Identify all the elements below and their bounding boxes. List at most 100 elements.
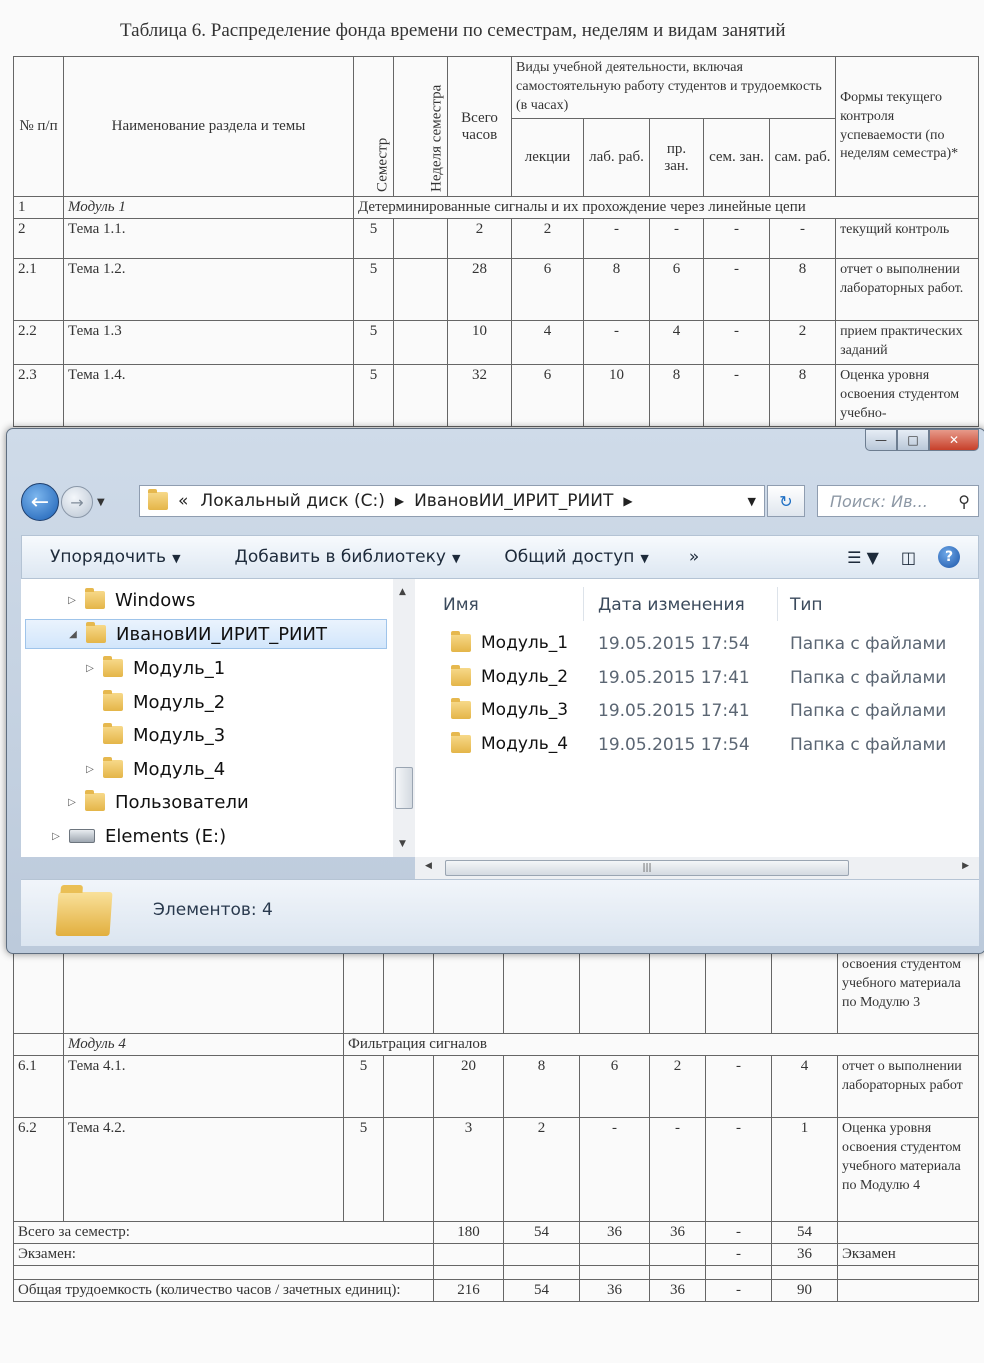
row-total: 28 xyxy=(447,258,512,321)
file-date: 19.05.2015 17:54 xyxy=(598,634,750,654)
refresh-icon: ↻ xyxy=(779,491,793,511)
row-self: 8 xyxy=(768,258,837,321)
file-list-scrollbar[interactable]: ◀ ||| ▶ xyxy=(415,857,979,879)
file-name-label: Модуль_4 xyxy=(481,733,569,754)
row-semester: 5 xyxy=(353,320,394,365)
scrollbar-thumb[interactable] xyxy=(395,767,413,809)
folder-icon xyxy=(103,757,123,778)
file-name[interactable]: Модуль_4 xyxy=(451,731,569,754)
help-icon[interactable]: ? xyxy=(938,546,960,568)
header-self: сам. раб. xyxy=(768,118,837,197)
view-options-icon[interactable]: ☰ ▼ xyxy=(847,548,879,567)
tree-item-module-4[interactable]: ▷ Модуль_4 xyxy=(83,754,225,784)
list-item[interactable]: Модуль_2 19.05.2015 17:41 Папка с файлами xyxy=(415,663,979,693)
add-library-button[interactable]: Добавить в библиотеку ▼ xyxy=(235,547,461,567)
scroll-right-icon[interactable]: ▶ xyxy=(962,861,969,871)
row-pract: - xyxy=(649,1117,706,1222)
share-button[interactable]: Общий доступ ▼ xyxy=(504,547,648,567)
preview-pane-icon[interactable]: ◫ xyxy=(901,548,916,567)
row-lectures: 4 xyxy=(511,320,584,365)
chevron-right-icon[interactable]: ▶ xyxy=(395,494,404,508)
navigation-scrollbar[interactable]: ▲ ▼ xyxy=(393,579,415,857)
row-num: 6.1 xyxy=(13,1055,64,1118)
file-name[interactable]: Модуль_1 xyxy=(451,631,568,653)
tree-item-module-2[interactable]: Модуль_2 xyxy=(103,687,225,717)
row-lectures: 2 xyxy=(503,1117,580,1222)
row-sem: - xyxy=(703,218,770,259)
column-header-type[interactable]: Тип xyxy=(790,595,823,615)
search-icon[interactable]: ⚲ xyxy=(958,492,970,511)
column-header-name[interactable]: Имя xyxy=(443,595,479,615)
recent-pages-dropdown-icon[interactable]: ▼ xyxy=(97,497,105,508)
minimize-button[interactable]: — xyxy=(865,429,897,451)
list-item[interactable]: Модуль_3 19.05.2015 17:41 Папка с файлами xyxy=(415,696,979,726)
column-header-date[interactable]: Дата изменения xyxy=(598,595,745,615)
collapse-icon[interactable]: ◢ xyxy=(66,629,80,640)
maximize-button[interactable]: □ xyxy=(897,429,929,451)
table-row: 6.1 Тема 4.1. 5 20 8 6 2-4 отчет о выполнении л… xyxy=(13,1055,979,1118)
row-name: Тема 1.2. xyxy=(63,258,354,321)
refresh-button[interactable]: ↻ xyxy=(767,485,805,517)
address-bar[interactable]: « Локальный диск (C:) ▶ ИвановИИ_ИРИТ_РИ… xyxy=(139,485,765,517)
tree-item-ivanov[interactable]: ◢ ИвановИИ_ИРИТ_РИИТ xyxy=(25,619,387,649)
file-type: Папка с файлами xyxy=(790,667,947,688)
forward-button[interactable]: → xyxy=(61,486,93,518)
chevron-right-icon[interactable]: ▶ xyxy=(623,494,632,508)
expand-icon[interactable]: ▷ xyxy=(65,595,79,606)
address-crumb-folder[interactable]: ИвановИИ_ИРИТ_РИИТ xyxy=(414,491,613,511)
scrollbar-thumb[interactable]: ||| xyxy=(445,860,849,876)
expand-icon[interactable]: ▷ xyxy=(65,797,79,808)
chevron-down-icon: ▼ xyxy=(640,552,649,565)
exam-label: Экзамен: xyxy=(13,1243,434,1266)
scroll-down-icon[interactable]: ▼ xyxy=(399,839,406,849)
header-kinds: Виды учебной деятельности, включая самос… xyxy=(510,56,837,119)
row-num: 6.2 xyxy=(13,1117,64,1222)
address-crumb-drive[interactable]: Локальный диск (C:) xyxy=(200,491,384,511)
row-sem: - xyxy=(703,364,770,427)
address-dropdown-icon[interactable]: ▼ xyxy=(748,495,756,508)
row-semester: 5 xyxy=(353,258,394,321)
expand-icon[interactable]: ▷ xyxy=(83,663,97,674)
organize-button[interactable]: Упорядочить ▼ xyxy=(50,547,181,567)
tree-item-elements-drive[interactable]: ▷ Elements (E:) xyxy=(49,821,226,851)
tree-item-users[interactable]: ▷ Пользователи xyxy=(65,787,249,817)
folder-icon xyxy=(103,690,123,711)
list-item[interactable]: Модуль_4 19.05.2015 17:54 Папка с файлами xyxy=(415,730,979,760)
tree-item-module-1[interactable]: ▷ Модуль_1 xyxy=(83,653,225,683)
expand-icon[interactable]: ▷ xyxy=(83,764,97,775)
search-input[interactable]: Поиск: Ив... ⚲ xyxy=(817,485,979,517)
tree-item-label: Модуль_3 xyxy=(133,724,226,746)
folder-icon xyxy=(85,588,105,609)
tree-item-module-3[interactable]: Модуль_3 xyxy=(103,720,225,750)
file-name[interactable]: Модуль_2 xyxy=(451,664,568,687)
share-label: Общий доступ xyxy=(504,547,635,567)
table-title: Таблица 6. Распределение фонда времени п… xyxy=(120,20,786,41)
tree-item-windows[interactable]: ▷ Windows xyxy=(65,585,195,615)
file-type: Папка с файлами xyxy=(790,734,947,755)
table-row: 2.2 Тема 1.3 5 10 4-4-2 прием практических за… xyxy=(13,320,980,365)
command-bar: Упорядочить ▼ Добавить в библиотеку ▼ Общи… xyxy=(21,535,979,579)
folder-icon xyxy=(451,731,471,753)
row-semester: 5 xyxy=(343,1055,384,1118)
module1-num: 1 xyxy=(13,196,64,219)
tree-item-label: Elements (E:) xyxy=(105,825,227,847)
file-name-label: Модуль_3 xyxy=(481,700,569,721)
expand-icon[interactable]: ▷ xyxy=(49,831,63,842)
back-button[interactable]: ← xyxy=(21,483,59,521)
column-divider[interactable] xyxy=(583,587,584,621)
folder-icon xyxy=(451,631,471,652)
scroll-left-icon[interactable]: ◀ xyxy=(425,861,432,871)
folder-icon xyxy=(451,664,471,686)
close-button[interactable]: ✕ xyxy=(929,429,979,451)
row-form: отчет о выполнении лабораторных работ. xyxy=(835,258,980,321)
more-commands-button[interactable]: » xyxy=(689,547,699,567)
file-name[interactable]: Модуль_3 xyxy=(451,698,569,721)
list-item[interactable]: Модуль_1 19.05.2015 17:54 Папка с файлами xyxy=(415,629,979,659)
scroll-up-icon[interactable]: ▲ xyxy=(399,587,406,597)
address-overflow[interactable]: « xyxy=(178,491,188,511)
column-divider[interactable] xyxy=(777,587,778,621)
folder-icon xyxy=(86,622,106,643)
table-row: 6.2 Тема 4.2. 5 3 2- - -1 Оценка уровня освоени… xyxy=(13,1117,979,1222)
file-date: 19.05.2015 17:41 xyxy=(598,667,750,688)
row-semester: 5 xyxy=(353,364,394,427)
